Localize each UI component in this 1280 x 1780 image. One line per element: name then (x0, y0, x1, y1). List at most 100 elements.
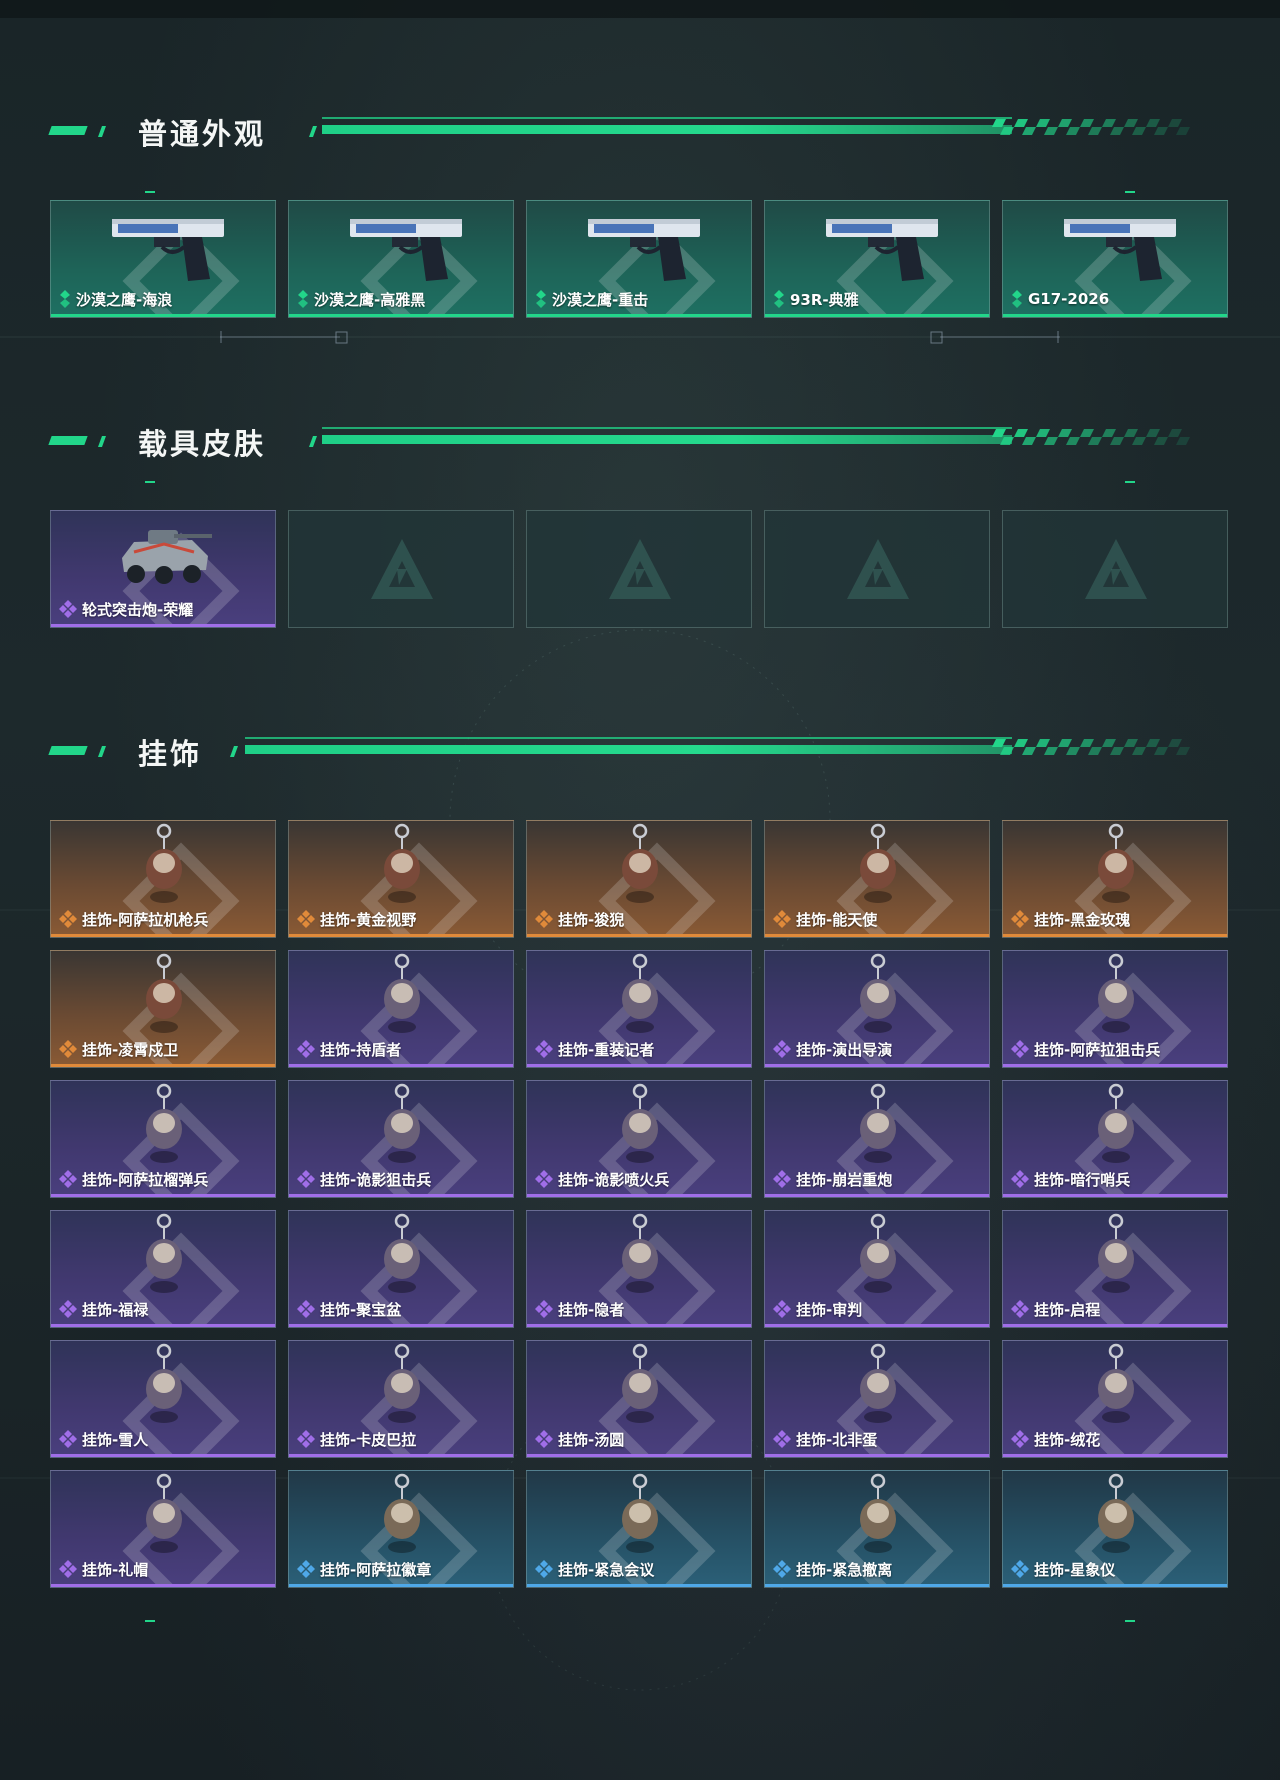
item-card[interactable]: 挂饰-紧急撤离 (764, 1470, 990, 1588)
item-name: 挂饰-礼帽 (82, 1560, 149, 1579)
rarity-bar (1003, 1324, 1227, 1327)
item-card[interactable]: 挂饰-隐者 (526, 1210, 752, 1328)
card-label-row: 挂饰-礼帽 (59, 1560, 149, 1579)
item-card[interactable]: 93R-典雅 (764, 200, 990, 318)
item-name: 挂饰-汤圆 (558, 1430, 625, 1449)
item-card[interactable]: 挂饰-审判 (764, 1210, 990, 1328)
item-card[interactable]: 挂饰-能天使 (764, 820, 990, 938)
item-card[interactable]: 挂饰-凌霄戍卫 (50, 950, 276, 1068)
item-name: 挂饰-紧急撤离 (796, 1560, 893, 1579)
item-card[interactable]: 挂饰-汤圆 (526, 1340, 752, 1458)
item-card[interactable]: 挂饰-礼帽 (50, 1470, 276, 1588)
header-bar (245, 745, 1012, 754)
item-name: 挂饰-星象仪 (1034, 1560, 1116, 1579)
item-card[interactable]: 挂饰-暗行哨兵 (1002, 1080, 1228, 1198)
charm-icon (765, 1211, 989, 1303)
rarity-diamond-icon (1011, 1300, 1029, 1318)
rarity-bar (289, 1584, 513, 1587)
item-card[interactable]: 挂饰-阿萨拉徽章 (288, 1470, 514, 1588)
charm-icon (765, 821, 989, 913)
item-card[interactable]: 挂饰-福禄 (50, 1210, 276, 1328)
item-card[interactable]: 挂饰-持盾者 (288, 950, 514, 1068)
card-label-row: 挂饰-北非蛋 (773, 1430, 878, 1449)
checker-block (1036, 119, 1050, 127)
item-card[interactable]: 挂饰-崩岩重炮 (764, 1080, 990, 1198)
card-label-row: 挂饰-隐者 (535, 1300, 624, 1319)
empty-slot (526, 510, 752, 628)
rarity-bar (765, 1064, 989, 1067)
section-header-charms: 挂饰 (0, 725, 1280, 785)
item-card[interactable]: 挂饰-星象仪 (1002, 1470, 1228, 1588)
checker-block (1066, 747, 1080, 755)
charm-icon (527, 951, 751, 1043)
card-label-row: 沙漠之鹰-高雅黑 (297, 290, 425, 309)
rarity-diamond-icon (773, 1560, 791, 1578)
delta-logo-icon (289, 511, 513, 627)
item-card[interactable]: 挂饰-紧急会议 (526, 1470, 752, 1588)
item-card[interactable]: 挂饰-狻猊 (526, 820, 752, 938)
rarity-bar (527, 934, 751, 937)
charm-icon (51, 1341, 275, 1433)
header-tick (97, 746, 107, 757)
checker-block (1132, 127, 1146, 135)
checker-block (1014, 429, 1028, 437)
item-card[interactable]: 轮式突击炮-荣耀 (50, 510, 276, 628)
rarity-bar (527, 1324, 751, 1327)
rarity-bar (765, 1584, 989, 1587)
charm-icon (1003, 951, 1227, 1043)
checker-block (1066, 437, 1080, 445)
checker-block (1000, 437, 1014, 445)
item-card[interactable]: 沙漠之鹰-海浪 (50, 200, 276, 318)
rarity-bar (51, 1584, 275, 1587)
checker-block (1154, 747, 1168, 755)
card-label-row: 挂饰-重装记者 (535, 1040, 654, 1059)
rarity-bar (527, 1194, 751, 1197)
charm-icon (289, 1211, 513, 1303)
checker-block (1044, 127, 1058, 135)
item-card[interactable]: 挂饰-绒花 (1002, 1340, 1228, 1458)
item-name: 挂饰-北非蛋 (796, 1430, 878, 1449)
rarity-bar (1003, 1194, 1227, 1197)
item-card[interactable]: 挂饰-卡皮巴拉 (288, 1340, 514, 1458)
item-card[interactable]: 挂饰-黄金视野 (288, 820, 514, 938)
card-label-row: 挂饰-聚宝盆 (297, 1300, 402, 1319)
rarity-diamond-icon (1011, 1560, 1029, 1578)
checker-block (1102, 119, 1116, 127)
card-label-row: 挂饰-持盾者 (297, 1040, 401, 1059)
item-card[interactable]: 挂饰-阿萨拉榴弹兵 (50, 1080, 276, 1198)
item-card[interactable]: 挂饰-雪人 (50, 1340, 276, 1458)
rarity-bar (289, 1324, 513, 1327)
item-card[interactable]: 挂饰-启程 (1002, 1210, 1228, 1328)
item-card[interactable]: 挂饰-重装记者 (526, 950, 752, 1068)
item-card[interactable]: 挂饰-诡影喷火兵 (526, 1080, 752, 1198)
header-thin-line (322, 117, 1012, 119)
item-card[interactable]: 沙漠之鹰-重击 (526, 200, 752, 318)
checker-block (1176, 127, 1190, 135)
checker-block (1110, 747, 1124, 755)
item-card[interactable]: G17-2026 (1002, 200, 1228, 318)
item-card[interactable]: 挂饰-聚宝盆 (288, 1210, 514, 1328)
item-card[interactable]: 挂饰-诡影狙击兵 (288, 1080, 514, 1198)
item-card[interactable]: 挂饰-黑金玫瑰 (1002, 820, 1228, 938)
checker-block (1110, 437, 1124, 445)
rarity-bar (527, 1064, 751, 1067)
header-thin-line (245, 737, 1012, 739)
item-card[interactable]: 挂饰-演出导演 (764, 950, 990, 1068)
charm-icon (289, 821, 513, 913)
header-dash (48, 436, 88, 445)
header-bar (322, 125, 1012, 134)
item-card[interactable]: 挂饰-阿萨拉机枪兵 (50, 820, 276, 938)
checker-block (1124, 429, 1138, 437)
item-name: 挂饰-聚宝盆 (320, 1300, 402, 1319)
card-label-row: 挂饰-诡影喷火兵 (535, 1170, 669, 1189)
checker-block (1088, 127, 1102, 135)
item-card[interactable]: 挂饰-阿萨拉狙击兵 (1002, 950, 1228, 1068)
checker-block (1176, 437, 1190, 445)
card-label-row: 挂饰-演出导演 (773, 1040, 892, 1059)
item-card[interactable]: 挂饰-北非蛋 (764, 1340, 990, 1458)
empty-slot (288, 510, 514, 628)
header-tick (97, 436, 107, 447)
item-card[interactable]: 沙漠之鹰-高雅黑 (288, 200, 514, 318)
corner-tick (1125, 481, 1135, 483)
item-name: 挂饰-雪人 (82, 1430, 149, 1449)
